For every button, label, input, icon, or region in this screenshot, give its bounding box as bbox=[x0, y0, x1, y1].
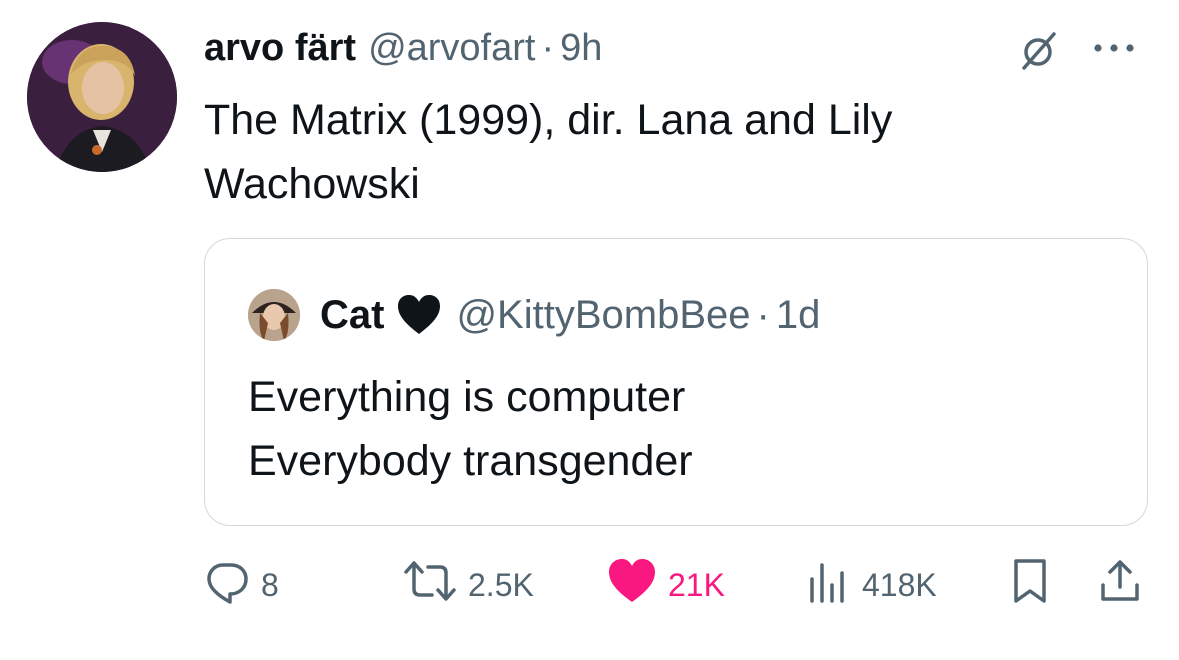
tweet-time[interactable]: 9h bbox=[560, 27, 602, 70]
quoted-tweet-time[interactable]: 1d bbox=[776, 293, 821, 338]
quoted-tweet[interactable]: Cat @KittyBombBee · 1d Everything is com… bbox=[204, 238, 1148, 526]
header-separator: · bbox=[541, 26, 555, 69]
repost-icon bbox=[402, 557, 458, 613]
reply-button[interactable]: 8 bbox=[203, 555, 279, 615]
tweet-header: arvo färt @arvofart · 9h bbox=[204, 22, 602, 74]
like-button[interactable]: 21K bbox=[606, 555, 725, 615]
views-icon bbox=[804, 557, 852, 613]
quoted-author-avatar[interactable] bbox=[248, 289, 300, 341]
repost-count: 2.5K bbox=[468, 566, 534, 603]
quoted-tweet-line: Everybody transgender bbox=[248, 437, 693, 485]
tweet-text: The Matrix (1999), dir. Lana and Lily Wa… bbox=[204, 96, 893, 208]
quoted-tweet-line: Everything is computer bbox=[248, 373, 686, 421]
quoted-author-name[interactable]: Cat bbox=[320, 293, 384, 338]
quoted-header-separator: · bbox=[756, 292, 770, 337]
quoted-tweet-header: Cat @KittyBombBee · 1d bbox=[320, 289, 820, 341]
bookmark-icon bbox=[1010, 557, 1050, 613]
reply-count: 8 bbox=[261, 566, 279, 603]
action-bar: 8 2.5K 21K 418K bbox=[0, 555, 1179, 615]
author-handle[interactable]: @arvofart bbox=[368, 27, 535, 70]
grok-icon[interactable] bbox=[1018, 30, 1060, 72]
repost-button[interactable]: 2.5K bbox=[402, 555, 534, 615]
black-heart-icon bbox=[396, 294, 442, 336]
author-avatar[interactable] bbox=[27, 22, 177, 172]
quoted-tweet-text: Everything is computer Everybody transge… bbox=[248, 365, 1108, 493]
share-icon bbox=[1098, 557, 1142, 613]
share-button[interactable] bbox=[1098, 555, 1142, 615]
quoted-author-handle[interactable]: @KittyBombBee bbox=[456, 293, 750, 338]
bookmark-button[interactable] bbox=[1010, 555, 1050, 615]
like-count: 21K bbox=[668, 566, 725, 603]
author-name[interactable]: arvo färt bbox=[204, 27, 356, 70]
views-count: 418K bbox=[862, 566, 937, 603]
reply-icon bbox=[203, 557, 251, 613]
views-button[interactable]: 418K bbox=[804, 555, 937, 615]
like-icon bbox=[606, 557, 658, 613]
more-icon[interactable] bbox=[1088, 36, 1144, 60]
